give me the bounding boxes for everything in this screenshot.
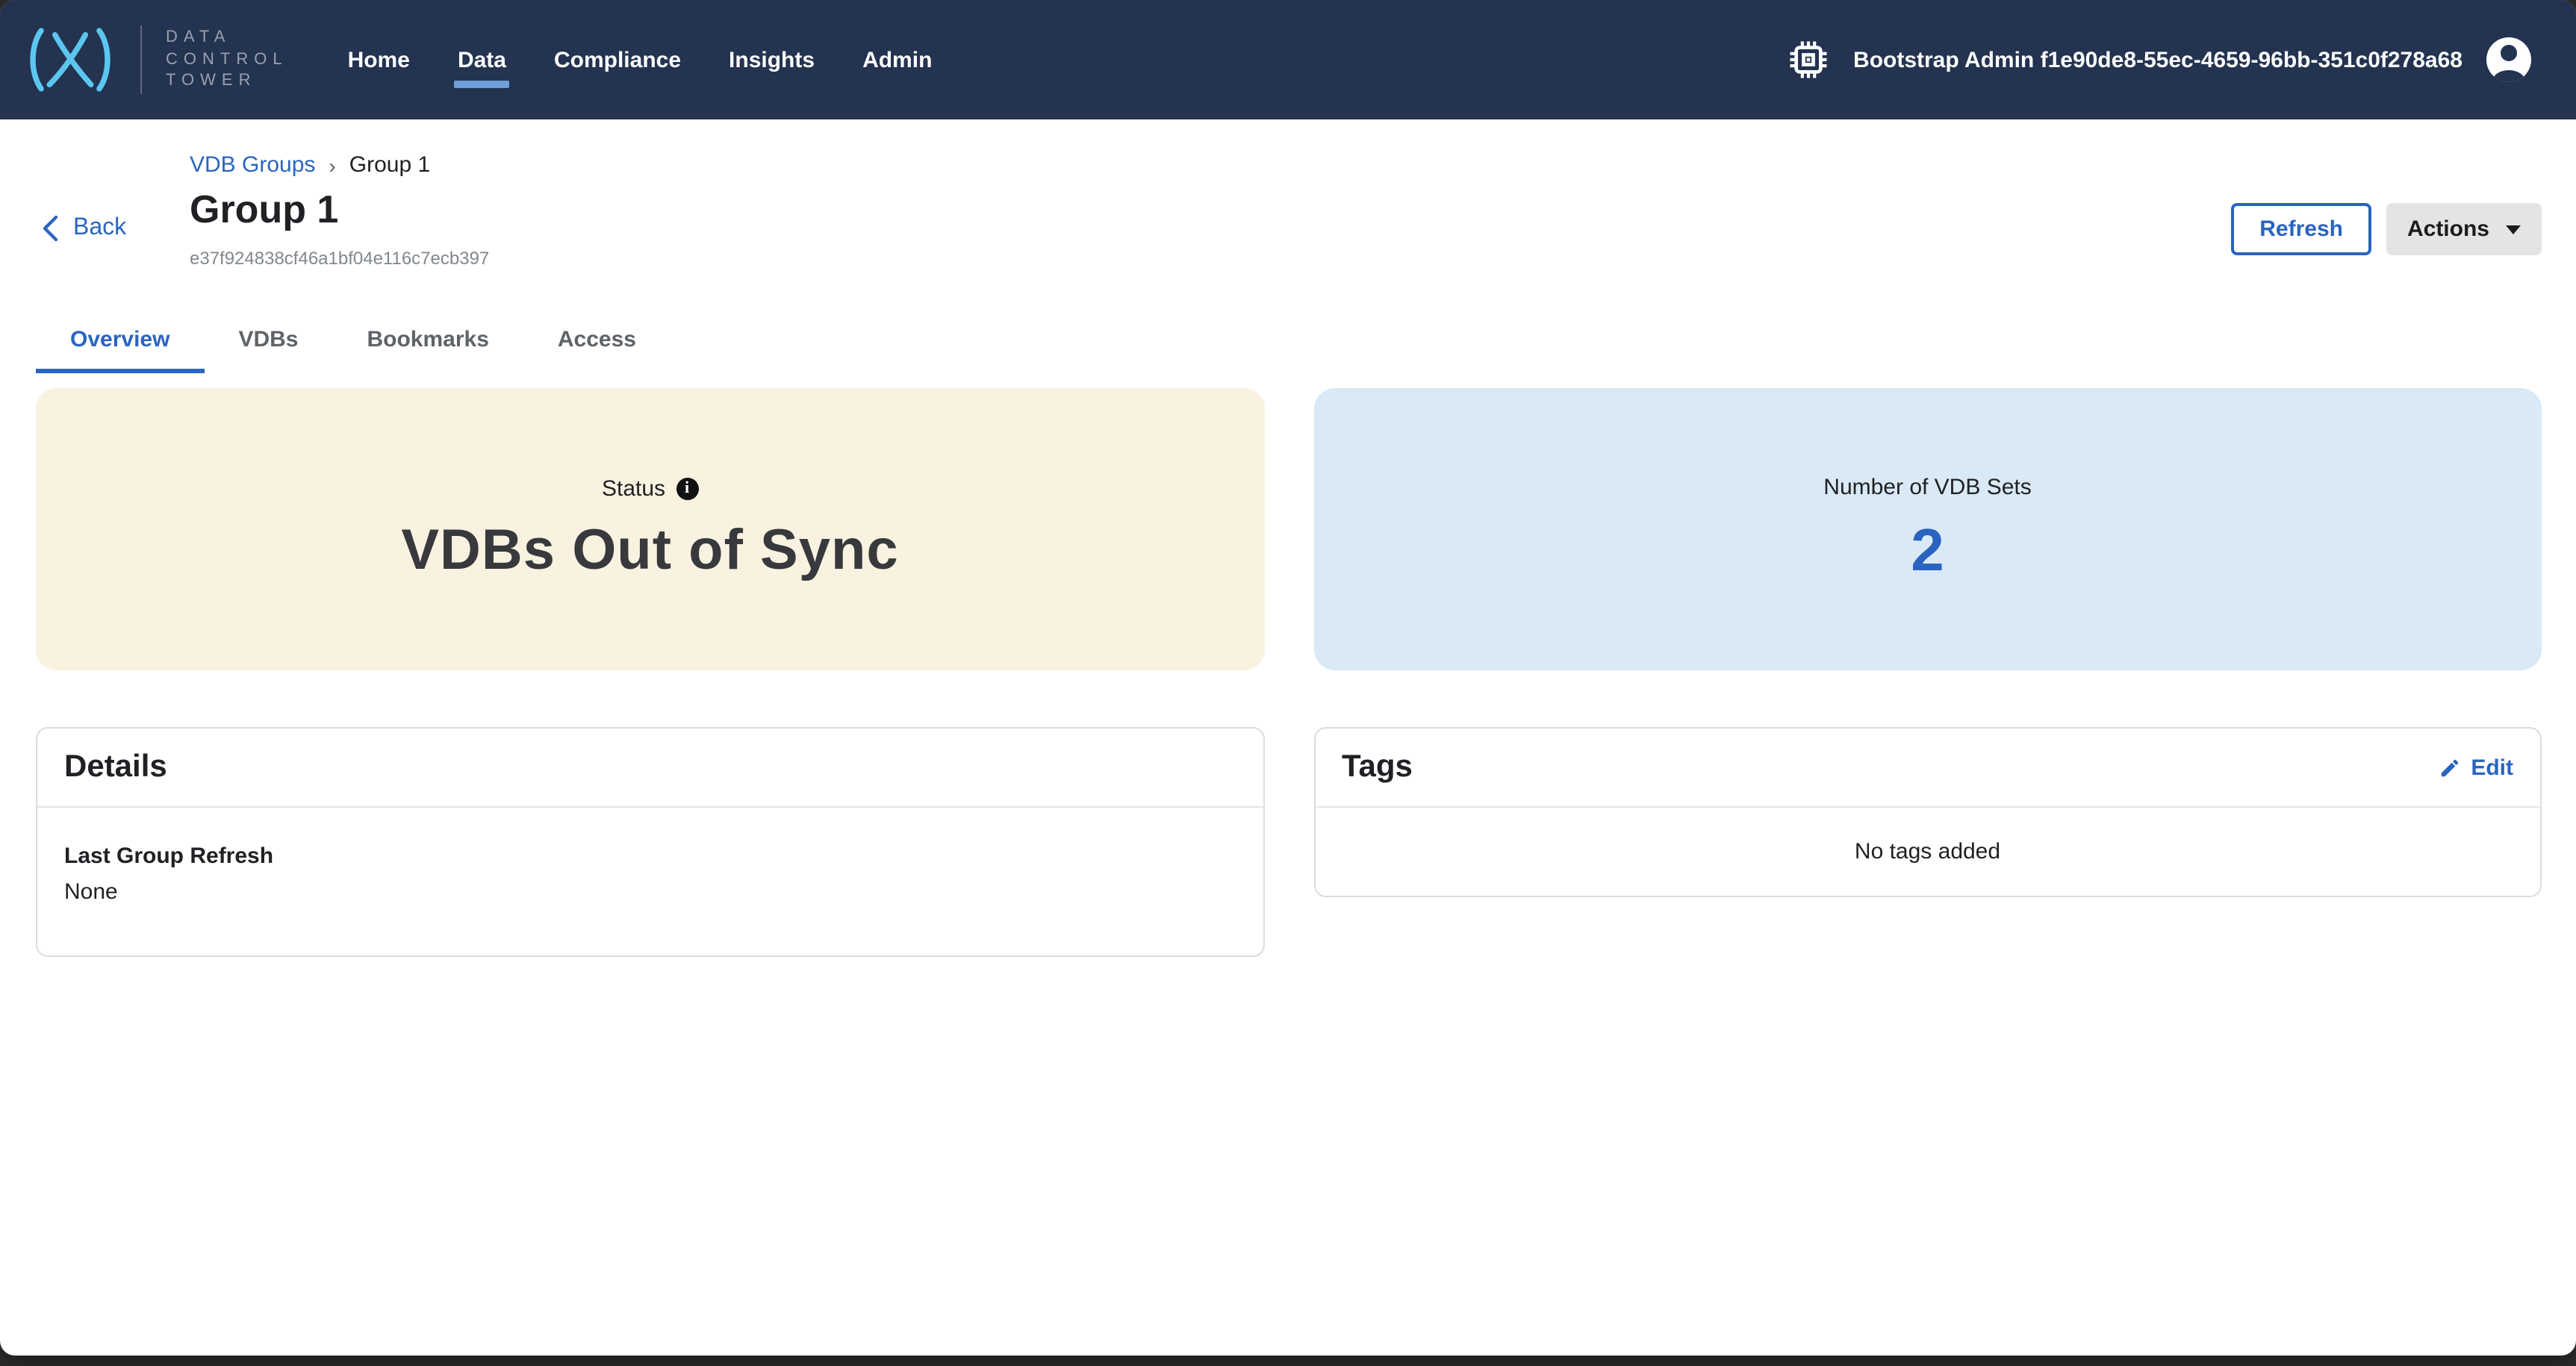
- refresh-button[interactable]: Refresh: [2231, 203, 2371, 255]
- brand-line: DATA: [166, 27, 288, 49]
- brand-line: TOWER: [166, 71, 288, 93]
- field-value-last-group-refresh: None: [64, 879, 1236, 905]
- tab-vdbs[interactable]: VDBs: [204, 311, 332, 373]
- header-main: VDB Groups › Group 1 Group 1 e37f924838c…: [190, 119, 2576, 269]
- nav-item-insights[interactable]: Insights: [729, 0, 815, 119]
- edit-label: Edit: [2471, 755, 2513, 780]
- chevron-down-icon: [2506, 225, 2521, 234]
- status-value: VDBs Out of Sync: [401, 519, 898, 583]
- tags-title: Tags: [1342, 749, 1413, 785]
- user-name: Bootstrap Admin f1e90de8-55ec-4659-96bb-…: [1853, 47, 2463, 72]
- status-label-row: Status i: [602, 475, 698, 501]
- main-nav: Home Data Compliance Insights Admin: [348, 0, 933, 119]
- details-card: Details Last Group Refresh None: [36, 727, 1264, 957]
- brand-divider: [140, 25, 142, 94]
- breadcrumb-separator: ›: [329, 153, 335, 177]
- navbar-right-group: Bootstrap Admin f1e90de8-55ec-4659-96bb-…: [1788, 37, 2531, 82]
- edit-tags-button[interactable]: Edit: [2438, 755, 2513, 780]
- back-button[interactable]: Back: [42, 215, 126, 242]
- details-card-header: Details: [37, 729, 1263, 808]
- nav-item-admin[interactable]: Admin: [862, 0, 932, 119]
- status-label: Status: [602, 475, 665, 501]
- tags-card: Tags Edit No tags added: [1313, 727, 2542, 897]
- vdb-sets-label-row: Number of VDB Sets: [1823, 474, 2031, 499]
- breadcrumb-current: Group 1: [349, 152, 430, 178]
- nav-item-home[interactable]: Home: [348, 0, 410, 119]
- status-summary-card: Status i VDBs Out of Sync: [36, 388, 1264, 670]
- api-chip-icon[interactable]: [1788, 39, 1829, 81]
- details-title: Details: [64, 749, 167, 785]
- field-label-last-group-refresh: Last Group Refresh: [64, 843, 1236, 869]
- tab-bookmarks[interactable]: Bookmarks: [332, 311, 523, 373]
- screen: DATA CONTROL TOWER Home Data Compliance …: [0, 0, 2576, 1366]
- info-icon[interactable]: i: [676, 477, 698, 499]
- tags-empty-text: No tags added: [1855, 839, 2000, 864]
- back-label: Back: [73, 215, 126, 242]
- chevron-left-icon: [42, 215, 58, 242]
- header-actions: Refresh Actions: [2231, 203, 2542, 255]
- tags-card-body: No tags added: [1315, 808, 2540, 896]
- tags-card-header: Tags Edit: [1315, 729, 2540, 808]
- summary-row: Status i VDBs Out of Sync Number of VDB …: [36, 388, 2542, 670]
- details-card-body: Last Group Refresh None: [37, 808, 1263, 955]
- tab-bar: Overview VDBs Bookmarks Access: [36, 311, 2576, 373]
- page-header: Back VDB Groups › Group 1 Group 1 e37f92…: [0, 119, 2576, 284]
- pencil-icon: [2438, 756, 2460, 779]
- brand-line: CONTROL: [166, 49, 288, 70]
- dct-logo-icon[interactable]: [24, 22, 116, 97]
- vdb-sets-label: Number of VDB Sets: [1823, 474, 2031, 499]
- tab-overview[interactable]: Overview: [36, 311, 204, 373]
- user-avatar-icon[interactable]: [2486, 37, 2531, 82]
- vdb-sets-count: 2: [1911, 517, 1944, 584]
- actions-label: Actions: [2407, 216, 2489, 242]
- cards-row: Details Last Group Refresh None Tags Edi…: [36, 727, 2542, 957]
- page-title: Group 1: [190, 187, 2576, 233]
- app-window: DATA CONTROL TOWER Home Data Compliance …: [0, 0, 2576, 1356]
- tab-access[interactable]: Access: [523, 311, 671, 373]
- nav-item-data[interactable]: Data: [458, 0, 506, 119]
- actions-button[interactable]: Actions: [2386, 203, 2542, 255]
- nav-item-compliance[interactable]: Compliance: [554, 0, 681, 119]
- brand-wordmark: DATA CONTROL TOWER: [166, 27, 288, 92]
- breadcrumb-vdb-groups[interactable]: VDB Groups: [190, 152, 315, 178]
- breadcrumb: VDB Groups › Group 1: [190, 152, 2576, 178]
- vdb-sets-summary-card: Number of VDB Sets 2: [1313, 388, 2542, 670]
- top-navbar: DATA CONTROL TOWER Home Data Compliance …: [0, 0, 2576, 119]
- entity-id: e37f924838cf46a1bf04e116c7ecb397: [190, 248, 2576, 269]
